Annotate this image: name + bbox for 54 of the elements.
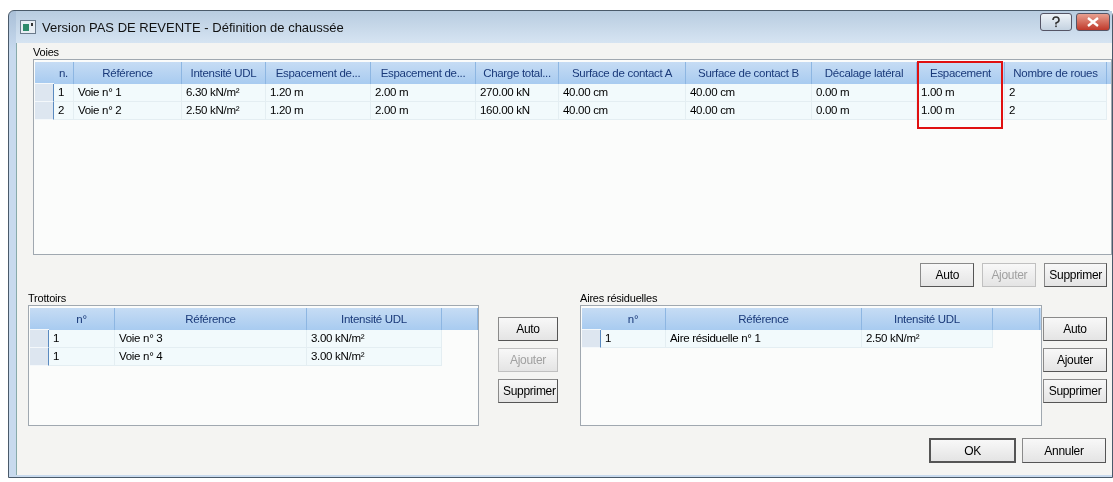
- table-cell: 6.30 kN/m²: [182, 84, 266, 102]
- table-cell: 40.00 cm: [686, 84, 812, 102]
- table-cell: 0.00 m: [812, 84, 917, 102]
- table-cell: Voie n° 3: [115, 330, 307, 348]
- cancel-button[interactable]: Annuler: [1022, 438, 1106, 463]
- table-cell: 160.00 kN: [476, 102, 559, 120]
- table-cell: 1.00 m: [917, 84, 1005, 102]
- table-cell: 2.00 m: [371, 84, 476, 102]
- table-cell: 3.00 kN/m²: [307, 348, 442, 366]
- table-cell: 40.00 cm: [559, 102, 686, 120]
- table-cell: 1: [49, 348, 115, 366]
- close-icon: [1087, 17, 1099, 27]
- table-cell: 270.00 kN: [476, 84, 559, 102]
- table-cell: 1: [49, 330, 115, 348]
- table-cell: Aire résiduelle n° 1: [666, 330, 862, 348]
- section-label: Aires résiduelles: [580, 291, 659, 305]
- help-button[interactable]: [1040, 13, 1072, 31]
- help-icon: [1051, 16, 1061, 28]
- table-cell: 1: [54, 84, 74, 102]
- action-button[interactable]: Supprimer: [1044, 263, 1107, 287]
- table-cell: 2: [54, 102, 74, 120]
- section-label: Voies: [33, 45, 60, 59]
- table-cell: Voie n° 1: [74, 84, 182, 102]
- table-cell: 2: [1005, 102, 1107, 120]
- close-button[interactable]: [1076, 13, 1110, 31]
- table-cell: Voie n° 4: [115, 348, 307, 366]
- action-button[interactable]: Auto: [920, 263, 975, 287]
- table-cell: 2.50 kN/m²: [182, 102, 266, 120]
- row-header[interactable]: [30, 330, 49, 348]
- table-cell: 2: [1005, 84, 1107, 102]
- table-cell: 40.00 cm: [559, 84, 686, 102]
- table-cell: 1.20 m: [266, 84, 371, 102]
- action-button[interactable]: Ajouter: [1043, 348, 1107, 372]
- row-header[interactable]: [582, 330, 601, 348]
- section-label: Trottoirs: [28, 291, 68, 305]
- table-cell: 40.00 cm: [686, 102, 812, 120]
- action-button[interactable]: Supprimer: [1043, 379, 1107, 403]
- table-cell: 1.00 m: [917, 102, 1005, 120]
- row-header[interactable]: [35, 102, 54, 120]
- action-button[interactable]: Auto: [498, 317, 558, 341]
- table-cell: 2.50 kN/m²: [862, 330, 993, 348]
- table-cell: 0.00 m: [812, 102, 917, 120]
- window-title: Version PAS DE REVENTE - Définition de chaussée: [42, 19, 345, 35]
- row-header[interactable]: [30, 348, 49, 366]
- action-button[interactable]: Auto: [1043, 317, 1107, 341]
- window-icon: [20, 20, 36, 34]
- table-cell: 1.20 m: [266, 102, 371, 120]
- row-header[interactable]: [35, 84, 54, 102]
- table-cell: 2.00 m: [371, 102, 476, 120]
- ok-button[interactable]: OK: [929, 438, 1016, 463]
- table-cell: 3.00 kN/m²: [307, 330, 442, 348]
- table-cell: Voie n° 2: [74, 102, 182, 120]
- table-cell: 1: [601, 330, 666, 348]
- action-button[interactable]: Supprimer: [498, 379, 558, 403]
